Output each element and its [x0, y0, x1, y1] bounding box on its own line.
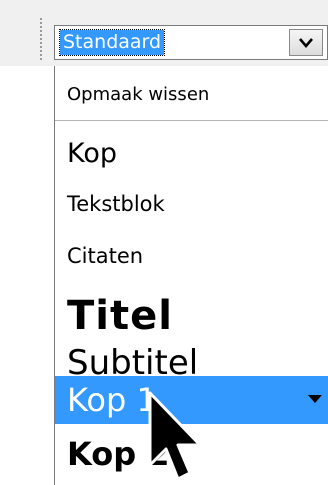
style-option-tekstblok[interactable]: Tekstblok — [55, 179, 328, 229]
chevron-down-icon — [299, 37, 313, 48]
style-option-kop-1-label: Kop 1 — [67, 381, 157, 419]
paragraph-style-combobox[interactable]: Standaard — [54, 25, 328, 60]
mouse-pointer-icon — [148, 391, 202, 481]
style-option-opmaak-wissen[interactable]: Opmaak wissen — [55, 66, 328, 121]
paragraph-style-value[interactable]: Standaard — [58, 29, 166, 56]
dropdown-button[interactable] — [289, 29, 323, 56]
style-option-kop[interactable]: Kop — [55, 126, 328, 181]
toolbar-grip[interactable] — [40, 18, 42, 60]
toolbar: Standaard — [0, 0, 328, 66]
submenu-arrow-icon[interactable] — [307, 394, 323, 404]
style-option-citaten[interactable]: Citaten — [55, 231, 328, 281]
